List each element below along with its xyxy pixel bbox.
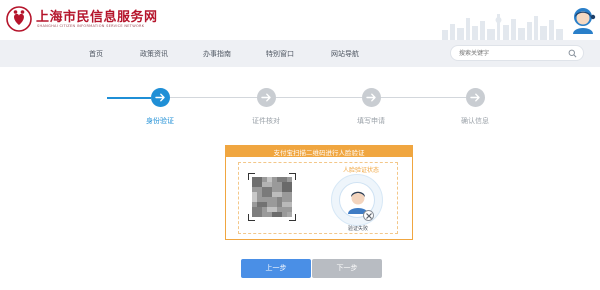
step-2-indicator [257,88,276,107]
main-nav: 首页 政策资讯 办事指南 特别窗口 网站导航 [0,40,600,67]
step-connector [381,97,466,98]
verify-status-text: 验证失败 [347,226,368,232]
progress-steps: 身份验证 证件核对 填写申请 确认信息 [0,82,600,132]
step-3-indicator [362,88,381,107]
site-logo-icon[interactable] [6,6,32,32]
face-avatar-inner [339,182,375,221]
next-step-button[interactable]: 下一步 [312,259,382,278]
city-skyline-decoration [442,14,563,40]
step-4-label: 确认信息 [461,117,489,125]
panel-header-text: 支付宝扫描二维码进行人脸验证 [273,149,365,157]
step-line-active [107,97,151,99]
arrow-right-icon [470,93,480,102]
arrow-right-icon [155,93,165,102]
nav-item-special[interactable]: 特别窗口 [266,49,294,59]
qr-code-image[interactable] [252,177,292,217]
arrow-right-icon [366,93,376,102]
nav-item-home[interactable]: 首页 [89,49,103,59]
fail-badge [363,210,374,221]
close-icon [366,213,372,219]
nav-item-guide[interactable]: 办事指南 [203,49,231,59]
step-1-label: 身份验证 [146,117,174,125]
nav-item-sitemap[interactable]: 网站导航 [331,49,359,59]
step-4-indicator [466,88,485,107]
site-subtitle: SHANGHAI CITIZEN INFORMATION SERVICE NET… [37,24,145,28]
face-verify-panel: 支付宝扫描二维码进行人脸验证 人脸验证状态 验证失败 [225,145,413,240]
search-icon[interactable] [568,49,577,58]
arrow-right-icon [261,93,271,102]
search-input[interactable] [459,48,563,59]
step-1-indicator [151,88,170,107]
site-title: 上海市民信息服务网 [36,10,158,25]
search-box [450,45,584,61]
face-status-label: 人脸验证状态 [342,167,379,174]
qr-code-frame [248,173,296,221]
step-2-label: 证件核对 [252,117,280,125]
panel-header: 支付宝扫描二维码进行人脸验证 [226,146,412,157]
step-connector [170,97,257,98]
step-connector [276,97,362,98]
nav-item-policy[interactable]: 政策资讯 [140,49,168,59]
site-header: 上海市民信息服务网 SHANGHAI CITIZEN INFORMATION S… [0,0,600,40]
prev-step-button[interactable]: 上一步 [241,259,311,278]
customer-service-icon[interactable] [570,6,596,34]
step-3-label: 填写申请 [357,117,385,125]
face-avatar-ring [331,174,383,226]
